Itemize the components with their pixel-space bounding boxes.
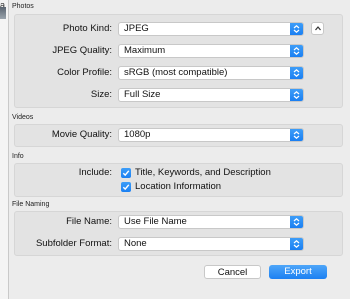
chevron-up-icon — [315, 26, 321, 31]
subfolder-format-label: Subfolder Format: — [35, 238, 112, 249]
size-label: Size: — [90, 89, 112, 100]
movie-quality-row: Movie Quality: 1080p — [15, 127, 342, 143]
include-label: Include: — [78, 167, 112, 178]
videos-panel: Movie Quality: 1080p — [14, 124, 343, 147]
up-down-chevron-icon — [290, 67, 303, 79]
movie-quality-label: Movie Quality: — [51, 129, 112, 140]
color-profile-value: sRGB (most compatible) — [124, 67, 228, 78]
include-location-checkbox[interactable] — [121, 182, 131, 192]
size-value: Full Size — [124, 89, 161, 100]
subfolder-format-row: Subfolder Format: None — [15, 236, 342, 252]
export-button[interactable]: Export — [269, 265, 327, 279]
subfolder-format-value: None — [124, 238, 147, 249]
info-panel: Include: Title, Keywords, and Descriptio… — [14, 163, 343, 197]
checkmark-icon — [122, 170, 130, 177]
photo-kind-row: Photo Kind: JPEG — [15, 21, 342, 37]
subfolder-format-popup[interactable]: None — [118, 237, 304, 251]
movie-quality-value: 1080p — [124, 129, 151, 140]
color-profile-popup[interactable]: sRGB (most compatible) — [118, 66, 304, 80]
jpeg-quality-label: JPEG Quality: — [52, 45, 112, 56]
up-down-chevron-icon — [290, 45, 303, 57]
up-down-chevron-icon — [290, 89, 303, 101]
background-window-edge: a — [0, 0, 9, 299]
file-name-popup[interactable]: Use File Name — [118, 215, 304, 229]
cancel-button[interactable]: Cancel — [204, 265, 261, 279]
section-title-info: Info — [12, 153, 24, 160]
up-down-chevron-icon — [290, 129, 303, 141]
include-description-checkbox[interactable] — [121, 168, 131, 178]
size-row: Size: Full Size — [15, 87, 342, 103]
up-down-chevron-icon — [290, 216, 303, 228]
background-thumbnail — [0, 7, 6, 19]
file-name-row: File Name: Use File Name — [15, 214, 342, 230]
jpeg-quality-row: JPEG Quality: Maximum — [15, 43, 342, 59]
collapse-button[interactable] — [311, 22, 324, 35]
section-title-file-naming: File Naming — [12, 201, 50, 208]
up-down-chevron-icon — [290, 238, 303, 250]
section-title-videos: Videos — [12, 114, 34, 121]
file-name-label: File Name: — [66, 216, 112, 227]
movie-quality-popup[interactable]: 1080p — [118, 128, 304, 142]
photos-panel: Photo Kind: JPEG JPEG Quality: Maximum C… — [14, 14, 343, 108]
up-down-chevron-icon — [290, 23, 303, 35]
photo-kind-popup[interactable]: JPEG — [118, 22, 304, 36]
jpeg-quality-popup[interactable]: Maximum — [118, 44, 304, 58]
file-naming-panel: File Name: Use File Name Subfolder Forma… — [14, 211, 343, 256]
jpeg-quality-value: Maximum — [124, 45, 166, 56]
include-location-label[interactable]: Location Information — [135, 181, 221, 192]
photo-kind-value: JPEG — [124, 23, 149, 34]
checkmark-icon — [122, 184, 130, 191]
file-name-value: Use File Name — [124, 216, 187, 227]
photo-kind-label: Photo Kind: — [62, 23, 112, 34]
color-profile-label: Color Profile: — [57, 67, 112, 78]
export-sheet: Photos Photo Kind: JPEG JPEG Quality: Ma… — [9, 0, 350, 299]
size-popup[interactable]: Full Size — [118, 88, 304, 102]
section-title-photos: Photos — [12, 3, 34, 10]
color-profile-row: Color Profile: sRGB (most compatible) — [15, 65, 342, 81]
include-description-label[interactable]: Title, Keywords, and Description — [135, 167, 271, 178]
